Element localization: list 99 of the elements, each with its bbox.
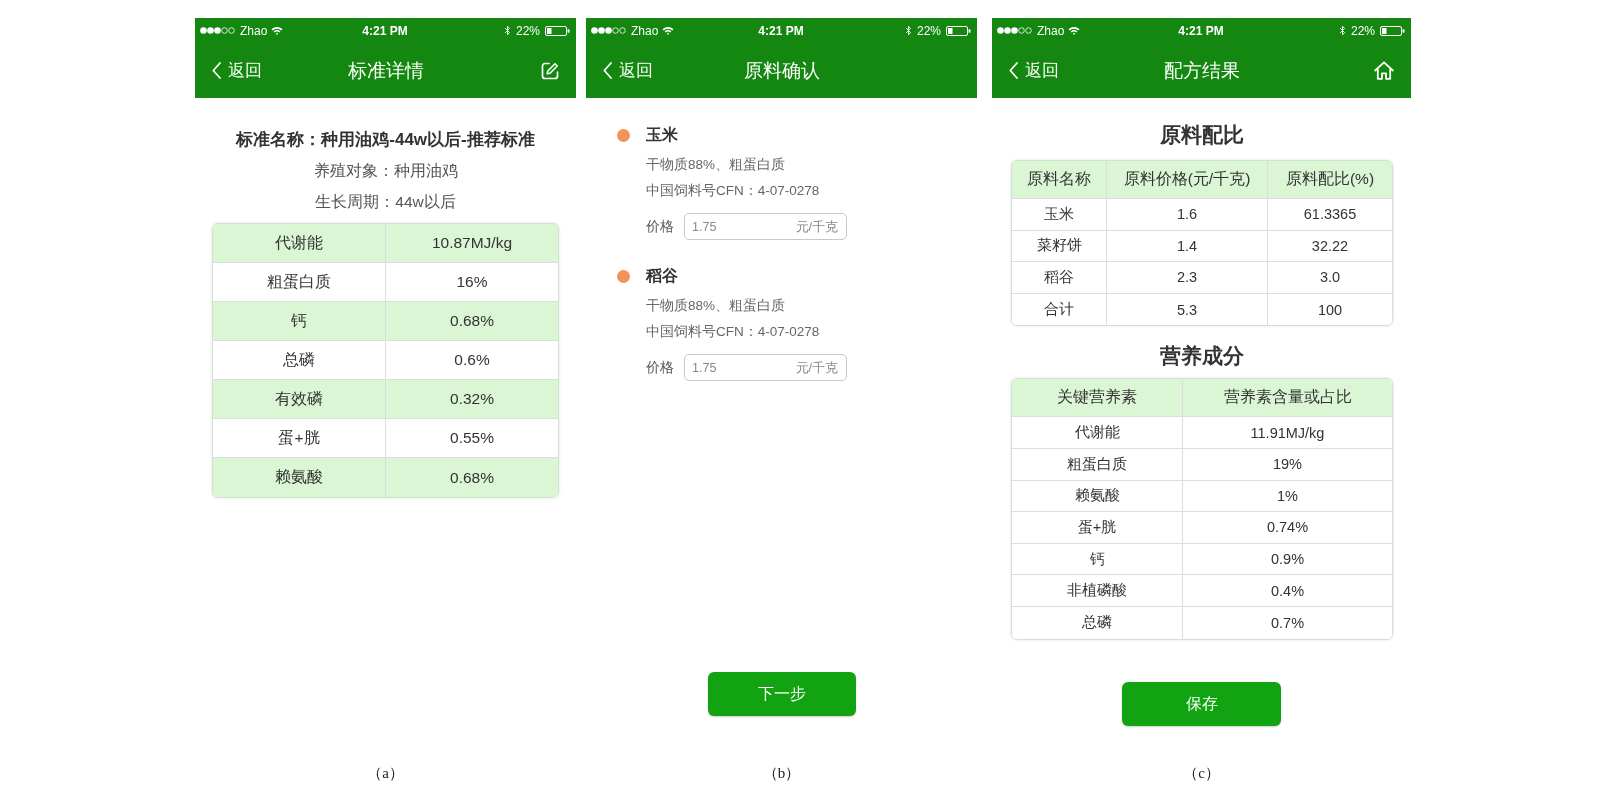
battery-percent: 22% bbox=[515, 23, 540, 38]
carrier-label: Zhao bbox=[240, 23, 268, 38]
table-cell: 0.74% bbox=[1182, 512, 1392, 544]
unit-label: 元/千克 bbox=[795, 359, 838, 376]
table-cell: 1% bbox=[1182, 480, 1392, 513]
battery-percent: 22% bbox=[1350, 23, 1375, 38]
back-button[interactable]: 返回 bbox=[212, 59, 262, 82]
table-cell: 0.32% bbox=[385, 380, 558, 419]
battery-icon bbox=[1380, 25, 1405, 36]
wifi-icon bbox=[1068, 26, 1081, 35]
table-cell: 赖氨酸 bbox=[213, 458, 385, 497]
table-cell: 稻谷 bbox=[1012, 262, 1106, 294]
ingredient-detail: 中国饲料号CFN：4-07-0278 bbox=[646, 323, 820, 341]
battery-icon bbox=[545, 25, 570, 36]
table-cell: 粗蛋白质 bbox=[1012, 448, 1182, 481]
table-cell: 0.68% bbox=[385, 302, 558, 341]
status-time: 4:21 PM bbox=[1178, 23, 1224, 38]
bullet-dot-icon bbox=[617, 269, 630, 283]
table-cell: 2.3 bbox=[1106, 262, 1267, 294]
table-cell: 0.6% bbox=[385, 341, 558, 380]
section-title: 营养成分 bbox=[1159, 343, 1244, 370]
screen-title: 配方结果 bbox=[1163, 59, 1240, 83]
save-button[interactable]: 保存 bbox=[1122, 682, 1281, 726]
table-cell: 赖氨酸 bbox=[1012, 480, 1182, 513]
table-cell: 总磷 bbox=[1012, 606, 1182, 639]
table-cell: 1.4 bbox=[1106, 230, 1267, 263]
column-header: 原料价格(元/千克) bbox=[1106, 161, 1267, 199]
signal-icon bbox=[997, 27, 1033, 34]
figure-caption: （c） bbox=[1183, 764, 1220, 783]
ingredient-detail: 干物质88%、粗蛋白质 bbox=[646, 297, 786, 315]
table-cell: 0.7% bbox=[1182, 606, 1392, 639]
bluetooth-icon bbox=[503, 25, 511, 36]
table-cell: 总磷 bbox=[213, 341, 385, 380]
price-label: 价格 bbox=[646, 358, 674, 377]
carrier-label: Zhao bbox=[631, 23, 659, 38]
table-cell: 菜籽饼 bbox=[1012, 230, 1106, 263]
table-cell: 有效磷 bbox=[213, 380, 385, 419]
wifi-icon bbox=[271, 26, 284, 35]
table-cell: 钙 bbox=[1012, 543, 1182, 576]
table-cell: 蛋+胱 bbox=[1012, 512, 1182, 544]
table-cell: 61.3365 bbox=[1267, 199, 1392, 231]
signal-icon bbox=[200, 27, 236, 34]
status-time: 4:21 PM bbox=[362, 23, 408, 38]
bluetooth-icon bbox=[904, 25, 912, 36]
chevron-left-icon bbox=[603, 62, 612, 79]
wifi-icon bbox=[662, 26, 675, 35]
carrier-label: Zhao bbox=[1037, 23, 1065, 38]
back-button[interactable]: 返回 bbox=[603, 59, 653, 82]
info-line: 生长周期：44w以后 bbox=[315, 192, 456, 212]
bluetooth-icon bbox=[1338, 25, 1346, 36]
ingredient-detail: 干物质88%、粗蛋白质 bbox=[646, 156, 786, 174]
standard-name: 标准名称：种用油鸡-44w以后-推荐标准 bbox=[236, 129, 535, 151]
table-cell: 合计 bbox=[1012, 293, 1106, 326]
table-cell: 0.4% bbox=[1182, 575, 1392, 607]
table-cell: 16% bbox=[385, 263, 558, 302]
chevron-left-icon bbox=[212, 62, 221, 79]
table-cell: 0.68% bbox=[385, 458, 558, 497]
table-cell: 0.55% bbox=[385, 419, 558, 458]
table-cell: 100 bbox=[1267, 293, 1392, 326]
chevron-left-icon bbox=[1009, 62, 1018, 79]
figure-caption: （a） bbox=[367, 764, 404, 783]
table-cell: 钙 bbox=[213, 302, 385, 341]
screen-title: 标准详情 bbox=[347, 59, 424, 83]
table-cell: 32.22 bbox=[1267, 230, 1392, 263]
next-button[interactable]: 下一步 bbox=[707, 672, 856, 716]
ingredient-name: 玉米 bbox=[646, 124, 678, 145]
table-cell: 玉米 bbox=[1012, 199, 1106, 231]
screen-title: 原料确认 bbox=[743, 59, 820, 83]
table-cell: 5.3 bbox=[1106, 293, 1267, 326]
back-button[interactable]: 返回 bbox=[1009, 59, 1059, 82]
table-cell: 蛋+胱 bbox=[213, 419, 385, 458]
battery-percent: 22% bbox=[916, 23, 941, 38]
column-header: 营养素含量或占比 bbox=[1182, 379, 1392, 418]
table-cell: 3.0 bbox=[1267, 262, 1392, 294]
info-line: 养殖对象：种用油鸡 bbox=[313, 161, 458, 181]
bullet-dot-icon bbox=[617, 128, 630, 142]
ingredient-name: 稻谷 bbox=[646, 265, 678, 286]
column-header: 关键营养素 bbox=[1012, 379, 1182, 418]
signal-icon bbox=[591, 27, 627, 34]
home-icon[interactable] bbox=[1374, 61, 1394, 80]
table-cell: 10.87MJ/kg bbox=[385, 224, 558, 263]
column-header: 原料配比(%) bbox=[1267, 161, 1392, 199]
ingredient-detail: 中国饲料号CFN：4-07-0278 bbox=[646, 182, 820, 200]
figure-caption: （b） bbox=[762, 764, 801, 783]
table-cell: 代谢能 bbox=[1012, 417, 1182, 449]
price-label: 价格 bbox=[646, 217, 674, 236]
table-cell: 非植磷酸 bbox=[1012, 575, 1182, 607]
status-time: 4:21 PM bbox=[758, 23, 804, 38]
column-header: 原料名称 bbox=[1012, 161, 1106, 199]
table-cell: 代谢能 bbox=[213, 224, 385, 263]
unit-label: 元/千克 bbox=[795, 218, 838, 235]
table-cell: 0.9% bbox=[1182, 543, 1392, 576]
edit-icon[interactable] bbox=[541, 61, 559, 80]
section-title: 原料配比 bbox=[1159, 122, 1244, 148]
table-cell: 19% bbox=[1182, 448, 1392, 481]
table-cell: 11.91MJ/kg bbox=[1182, 417, 1392, 449]
table-cell: 粗蛋白质 bbox=[213, 263, 385, 302]
battery-icon bbox=[946, 25, 971, 36]
table-cell: 1.6 bbox=[1106, 199, 1267, 231]
